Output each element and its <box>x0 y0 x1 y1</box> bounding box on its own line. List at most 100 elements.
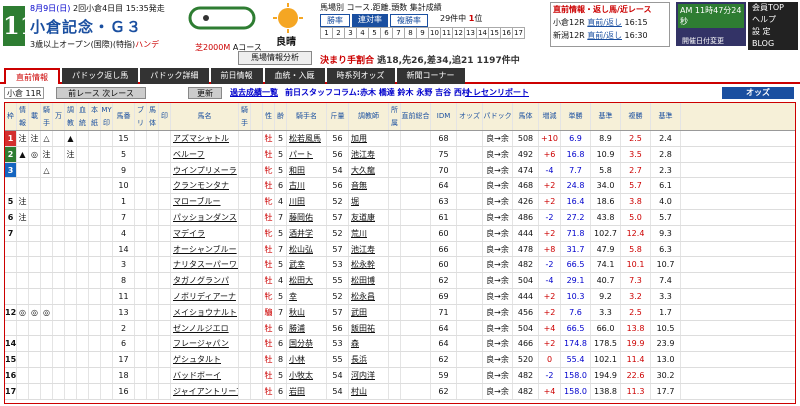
horse-name-link[interactable]: パッションダンス <box>171 209 239 225</box>
win-odds[interactable]: 7.7 <box>561 162 591 178</box>
horse-name-link[interactable]: フレージャパン <box>171 336 239 352</box>
horse-name-link[interactable]: ジャイアントリーブ <box>171 383 239 399</box>
win-odds[interactable]: 158.0 <box>561 367 591 383</box>
table-row[interactable]: 2 ゼンノルジエロ 牡 6 勝浦 56 飯田祐 64 良→余 504 +4 66.5 66.0 13.8 1… <box>5 320 795 337</box>
horse-name-link[interactable]: アズマシャトル <box>171 131 239 146</box>
table-row[interactable]: 15 17 ゲシュタルト 牡 8 小林 55 長浜 62 良→余 520 0 55.4 102.1 11.4… <box>5 352 795 368</box>
trainer-name[interactable]: 加用 <box>349 131 389 146</box>
jockey-name[interactable]: 岩田 <box>287 383 327 399</box>
jockey-name[interactable]: 小林 <box>287 352 327 367</box>
jockey-name[interactable]: 酒井学 <box>287 225 327 241</box>
tab-direct-info[interactable]: 直前情報 <box>4 68 60 84</box>
column-header[interactable] <box>251 103 263 130</box>
race-nav-link-1[interactable]: 直前/返し <box>587 18 622 27</box>
place-odds[interactable]: 11.3 <box>621 383 651 399</box>
jockey-name[interactable]: 国分恭 <box>287 336 327 352</box>
place-odds[interactable]: 3.8 <box>621 194 651 209</box>
refresh-button[interactable]: 更新 <box>188 87 222 99</box>
win-odds[interactable]: 158.0 <box>561 383 591 399</box>
table-row[interactable]: 1 注注 △ ▲ 15 アズマシャトル牡 5 松若風馬 56 加用 68 良→余 508 +10 6.9 8.… <box>5 131 795 147</box>
table-row[interactable]: 16 18 バッドボーイ 牡 5 小牧太 54 河内洋 59 良→余 482 -2 158.0 194.9… <box>5 367 795 384</box>
jockey-name[interactable]: 勝浦 <box>287 320 327 336</box>
horse-name-link[interactable]: マデイラ <box>171 225 239 241</box>
table-row[interactable]: 2 ▲ ◎ 注注 5 ベルーフ牡 5 パート 56 池江寿 75 良→余 492 +6 16.8 10.9 3.… <box>5 146 795 163</box>
menu-settings[interactable]: 設 定 <box>748 26 798 38</box>
jockey-name[interactable]: 松若風馬 <box>287 131 327 146</box>
jockey-name[interactable]: 和田 <box>287 162 327 178</box>
column-header[interactable]: 印 <box>159 103 171 130</box>
table-row[interactable]: 12 ◎ ◎ ◎ 13 メイショウナルト騸 7 秋山 57 武田 71 良→余 456 +2 7.6 3.3 2… <box>5 304 795 321</box>
jockey-name[interactable]: 古川 <box>287 178 327 194</box>
horse-name-link[interactable]: ゲシュタルト <box>171 352 239 367</box>
win-odds[interactable]: 29.1 <box>561 273 591 288</box>
trainer-name[interactable]: 長浜 <box>349 352 389 367</box>
column-header[interactable]: 血統 <box>77 103 89 130</box>
table-row[interactable]: 7 4 マデイラ 牝 5 酒井学 52 荒川 60 良→余 444 +2 71.8 102.7 12.4 9.… <box>5 225 795 242</box>
column-header[interactable]: 馬体 <box>147 103 159 130</box>
win-odds[interactable]: 66.5 <box>561 320 591 336</box>
horse-name-link[interactable]: ノボリディアーナ <box>171 288 239 304</box>
trainer-name[interactable]: 武田 <box>349 304 389 320</box>
table-row[interactable]: 14 6 フレージャパン牡 6 国分恭 53 森 64 良→余 466 +2 174.8 178.5 19… <box>5 336 795 353</box>
column-header[interactable]: パドック <box>483 103 513 130</box>
column-header[interactable]: オッズ <box>457 103 483 130</box>
table-row[interactable]: 11 ノボリディアーナ 牝 5 幸 52 松永昌 69 良→余 444 +2 10.3 9.2 3.2 3.… <box>5 288 795 305</box>
trainer-name[interactable]: 松田博 <box>349 273 389 288</box>
column-header[interactable]: 騎手 <box>41 103 53 130</box>
horse-name-link[interactable]: メイショウナルト <box>171 304 239 320</box>
table-row[interactable]: 14 オーシャンブルー 牡 7 松山弘 57 池江寿 66 良→余 478 +8 31.7 47.9 5.… <box>5 241 795 258</box>
table-row[interactable]: 17 16 ジャイアントリーブ 牡 6 岩田 54 村山 62 良→余 482 +4 158.0 138.… <box>5 383 795 400</box>
horse-name-link[interactable]: オーシャンブルー <box>171 241 239 257</box>
place-odds[interactable]: 10.1 <box>621 257 651 273</box>
jockey-name[interactable]: 小牧太 <box>287 367 327 383</box>
column-header[interactable]: 馬名 <box>171 103 239 130</box>
place-odds[interactable]: 3.5 <box>621 146 651 162</box>
tab-place-rate[interactable]: 連対率 <box>352 14 388 27</box>
win-odds[interactable]: 10.3 <box>561 288 591 304</box>
odds-button[interactable]: オッズ <box>722 87 794 99</box>
tab-pedigree[interactable]: 血統・入厩 <box>264 68 325 84</box>
column-header[interactable]: MY印 <box>101 103 113 130</box>
trainer-name[interactable]: 森 <box>349 336 389 352</box>
column-header[interactable]: 所属 <box>389 103 401 130</box>
horse-name-link[interactable]: ナリタスーパーワン <box>171 257 239 273</box>
column-header[interactable]: IDM <box>431 103 457 130</box>
place-odds[interactable]: 5.7 <box>621 178 651 194</box>
tab-paddock-detail[interactable]: パドック詳細 <box>140 68 209 84</box>
place-odds[interactable]: 7.3 <box>621 273 651 288</box>
column-header[interactable]: 基準 <box>591 103 621 130</box>
past-results-link[interactable]: 過去成績一覧 <box>230 87 278 99</box>
table-row[interactable]: 8 タガノグランパ 牡 4 松田大 55 松田博 62 良→余 504 -4 29.1 40.7 7.3 7… <box>5 273 795 289</box>
column-header[interactable]: 枠 <box>5 103 17 130</box>
horse-name-link[interactable]: ゼンノルジエロ <box>171 320 239 336</box>
tab-newspaper[interactable]: 新聞コーナー <box>396 68 465 84</box>
horse-name-link[interactable]: ウインプリメーラ <box>171 162 239 178</box>
place-odds[interactable]: 5.8 <box>621 241 651 257</box>
menu-help[interactable]: ヘルプ <box>748 14 798 26</box>
trainer-name[interactable]: 大久龍 <box>349 162 389 178</box>
column-header[interactable]: 馬番 <box>113 103 135 130</box>
jockey-name[interactable]: 幸 <box>287 288 327 304</box>
tab-previous-day[interactable]: 前日情報 <box>210 68 263 84</box>
column-header[interactable]: 載 <box>29 103 41 130</box>
horse-name-link[interactable]: ベルーフ <box>171 146 239 162</box>
win-odds[interactable]: 174.8 <box>561 336 591 352</box>
column-header[interactable]: 性 <box>263 103 275 130</box>
horse-name-link[interactable]: マローブルー <box>171 194 239 209</box>
column-header[interactable]: 齢 <box>275 103 287 130</box>
trainer-name[interactable]: 飯田祐 <box>349 320 389 336</box>
jockey-name[interactable]: 松田大 <box>287 273 327 288</box>
menu-blog[interactable]: BLOG <box>748 38 798 50</box>
column-header[interactable]: ブリ <box>135 103 147 130</box>
trainer-name[interactable]: 松永幹 <box>349 257 389 273</box>
training-report-link[interactable]: トレセンリポート <box>465 87 529 99</box>
table-row[interactable]: 3 ナリタスーパーワン牡 5 武幸 53 松永幹 60 良→余 482 -2 66.5 74.1 10.… <box>5 257 795 274</box>
track-analysis-button[interactable]: 馬場情報分析 <box>238 51 312 65</box>
trainer-name[interactable]: 池江寿 <box>349 241 389 257</box>
column-header[interactable]: 斤量 <box>327 103 349 130</box>
column-header[interactable]: 調教 <box>65 103 77 130</box>
jockey-name[interactable]: パート <box>287 146 327 162</box>
place-odds[interactable]: 2.5 <box>621 304 651 320</box>
column-header[interactable]: 馬体 <box>513 103 539 130</box>
win-odds[interactable]: 6.9 <box>561 131 591 146</box>
